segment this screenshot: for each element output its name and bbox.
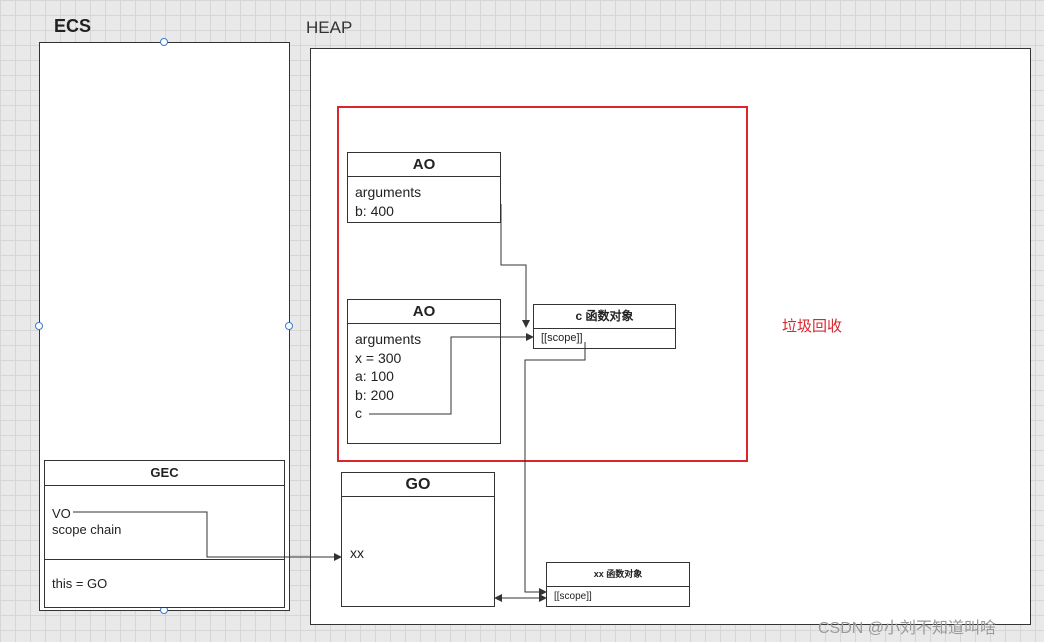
connector-gec-vo-to-go: [73, 511, 342, 561]
connector-c-scope-to-xx-func: [524, 342, 586, 596]
connector-ao-bottom-c-to-c-func: [369, 333, 534, 415]
diagram-canvas: { "ecs": { "title": "ECS" }, "heap": { "…: [0, 0, 1044, 642]
connector-ao-top-to-c-func: [500, 204, 530, 328]
watermark: CSDN @小刘不知道叫啥: [818, 620, 997, 637]
connector-lines: [73, 204, 586, 602]
